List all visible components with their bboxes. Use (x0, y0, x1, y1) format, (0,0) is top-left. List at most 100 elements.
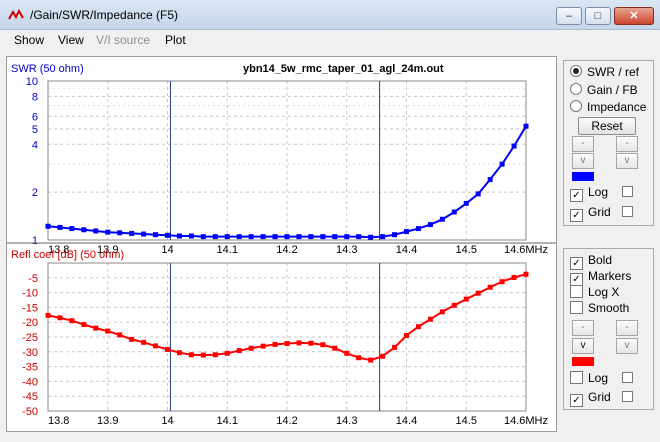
swr-grid-secondary-checkbox[interactable] (622, 206, 633, 217)
swr-log-option[interactable]: ✓ Log (570, 185, 608, 202)
refl-up-left-button[interactable]: - (572, 320, 594, 336)
swr-data-point (284, 234, 290, 240)
refl-y-tick-label: -10 (22, 288, 38, 300)
swr-data-point (523, 123, 529, 129)
radio-impedance[interactable] (570, 100, 582, 112)
refl-log-checkbox[interactable] (570, 371, 583, 384)
swr-grid-option[interactable]: ✓ Grid (570, 205, 611, 222)
swr-data-point (332, 234, 338, 240)
refl-data-point (427, 316, 433, 322)
refl-data-point (308, 340, 314, 346)
swr-up-left-button[interactable]: - (572, 136, 594, 152)
refl-data-point (475, 290, 481, 296)
refl-down-right-button[interactable]: v (616, 338, 638, 354)
app-icon (8, 9, 24, 20)
swr-data-point (176, 233, 182, 239)
refl-x-tick-label: 14.6MHz (504, 415, 548, 427)
swr-data-point (188, 233, 194, 239)
refl-grid-checkbox[interactable]: ✓ (570, 394, 583, 407)
swr-up-right-button[interactable]: - (616, 136, 638, 152)
refl-data-point (463, 296, 469, 302)
swr-down-right-button[interactable]: v (616, 153, 638, 169)
radio-swr-ref[interactable] (570, 65, 582, 77)
close-button[interactable]: ✕ (614, 7, 654, 25)
swr-x-tick-label: 14.3 (336, 244, 357, 256)
refl-y-tick-label: -40 (22, 376, 38, 388)
refl-x-tick-label: 14.5 (456, 415, 477, 427)
bold-option[interactable]: ✓ Bold (570, 253, 612, 270)
swr-x-tick-label: 14.5 (456, 244, 477, 256)
refl-data-point (81, 322, 87, 328)
refl-data-point (284, 341, 290, 347)
window-title: /Gain/SWR/Impedance (F5) (30, 8, 179, 22)
refl-down-left-button[interactable]: v (572, 338, 594, 354)
maximize-button[interactable]: □ (585, 7, 611, 25)
swr-y-tick-label: 10 (26, 76, 38, 88)
swr-data-point (487, 177, 493, 183)
swr-data-point (93, 228, 99, 234)
menu-show[interactable]: Show (14, 33, 44, 47)
swr-data-point (404, 229, 409, 235)
option-gain-fb[interactable]: Gain / FB (570, 83, 638, 97)
swr-x-tick-label: 14 (161, 244, 173, 256)
refl-data-point (487, 284, 493, 290)
swr-control-panel: SWR / ref Gain / FB Impedance Reset - - … (563, 60, 654, 226)
refl-data-point (439, 309, 445, 315)
refl-x-tick-label: 14.1 (217, 415, 238, 427)
option-impedance[interactable]: Impedance (570, 100, 646, 114)
refl-log-option[interactable]: Log (570, 371, 608, 385)
refl-data-point (296, 340, 302, 346)
refl-data-point (272, 341, 278, 347)
swr-data-point (105, 229, 111, 235)
refl-data-point (451, 302, 457, 308)
refl-grid-secondary-checkbox[interactable] (622, 391, 633, 402)
swr-log-checkbox[interactable]: ✓ (570, 189, 583, 202)
reset-button[interactable]: Reset (578, 117, 636, 135)
refl-data-point (45, 312, 51, 318)
logx-option[interactable]: Log X (570, 285, 619, 299)
markers-option[interactable]: ✓ Markers (570, 269, 631, 286)
swr-grid-checkbox[interactable]: ✓ (570, 209, 583, 222)
smooth-option[interactable]: Smooth (570, 301, 629, 315)
menu-view[interactable]: View (58, 33, 84, 47)
plot-area: 1 2 4 5 6 8 10 13.8 13.9 14 14.1 14.2 14.3 14.4 14.5 1… (6, 56, 557, 432)
radio-gain-fb[interactable] (570, 83, 582, 95)
swr-data-point (212, 234, 218, 240)
title-bar: /Gain/SWR/Impedance (F5) – □ ✕ (0, 0, 660, 30)
swr-log-secondary-checkbox[interactable] (622, 186, 633, 197)
refl-x-ticks: 13.8 13.9 14 14.1 14.2 14.3 14.4 14.5 14.6MHz (48, 415, 548, 427)
swr-y-tick-label: 4 (32, 139, 38, 151)
swr-data-point (272, 234, 278, 240)
refl-up-right-button[interactable]: - (616, 320, 638, 336)
swr-data-point (153, 232, 159, 238)
swr-marker-lines (169, 81, 381, 240)
swr-y-tick-label: 8 (32, 91, 38, 103)
smooth-checkbox[interactable] (570, 301, 583, 314)
swr-color-swatch[interactable] (572, 172, 594, 181)
refl-data-point (105, 328, 111, 334)
refl-data-point (368, 357, 374, 363)
swr-down-left-button[interactable]: v (572, 153, 594, 169)
option-swr-ref[interactable]: SWR / ref (570, 65, 639, 79)
swr-data-point (308, 234, 314, 240)
refl-grid-option[interactable]: ✓ Grid (570, 390, 611, 407)
refl-data-point (380, 353, 386, 359)
swr-data-point (427, 222, 433, 228)
logx-checkbox[interactable] (570, 285, 583, 298)
refl-data-point (499, 279, 505, 285)
swr-data-point (499, 161, 505, 167)
refl-y-tick-label: -30 (22, 347, 38, 359)
refl-data-point (344, 350, 350, 356)
minimize-button[interactable]: – (556, 7, 582, 25)
menu-plot[interactable]: Plot (165, 33, 186, 47)
swr-grid (48, 81, 526, 240)
swr-data-point (117, 230, 123, 236)
refl-x-tick-label: 13.8 (48, 415, 69, 427)
swr-data-point (463, 200, 469, 206)
refl-data-point (176, 350, 182, 356)
refl-color-swatch[interactable] (572, 357, 594, 366)
refl-log-secondary-checkbox[interactable] (622, 372, 633, 383)
menu-vi-source[interactable]: V/I source (96, 33, 150, 47)
refl-y-tick-label: -25 (22, 332, 38, 344)
refl-y-label: Refl coef [dB] (50 ohm) (11, 249, 124, 261)
